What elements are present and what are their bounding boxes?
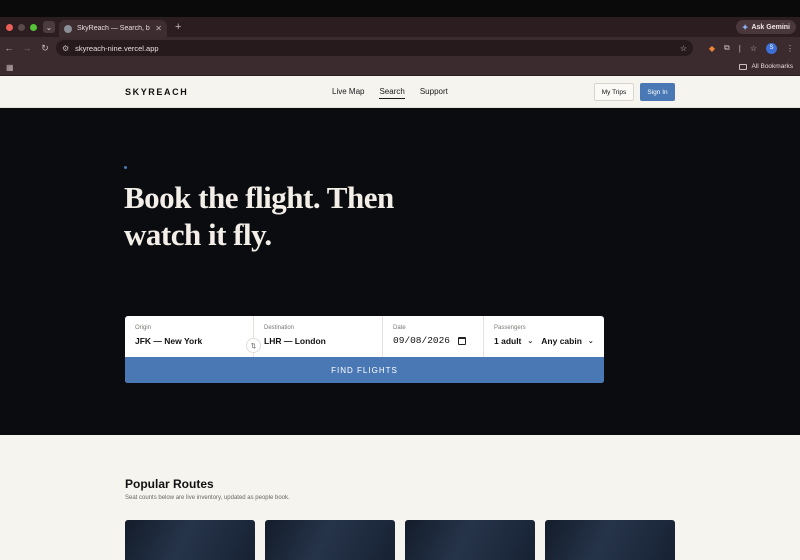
destination-field[interactable]: Destination LHR — London [254, 316, 383, 357]
popular-routes-section: Popular Routes Seat counts below are liv… [0, 435, 800, 560]
close-window-button[interactable] [6, 23, 13, 31]
swap-route-button[interactable]: ⇅ [246, 338, 261, 353]
calendar-icon[interactable] [458, 336, 467, 345]
nav-live-map[interactable]: Live Map [332, 87, 364, 99]
route-card[interactable] [265, 520, 395, 560]
route-card[interactable] [545, 520, 675, 560]
chevron-down-icon: ⌄ [587, 338, 594, 345]
os-top-bar [0, 0, 800, 17]
bookmark-manager-icon[interactable]: ☆ [750, 44, 757, 53]
site-info-icon[interactable]: ⚙ [62, 44, 69, 53]
chevron-down-icon: ⌄ [527, 338, 534, 345]
browser-window: ⌄ SkyReach — Search, book and ✕ + ✦ Ask … [0, 0, 800, 560]
back-icon[interactable]: ← [0, 43, 18, 53]
swap-icon: ⇅ [250, 342, 257, 350]
nav-search[interactable]: Search [379, 87, 405, 99]
site-header: SKYREACH Live Map Search Support My Trip… [0, 76, 800, 108]
sparkle-icon: ✦ [741, 22, 749, 32]
bookmarks-bar: ▦ All Bookmarks [0, 59, 800, 76]
section-title: Popular Routes [125, 477, 214, 491]
origin-field[interactable]: Origin JFK — New York [125, 316, 254, 357]
cabin-value: Any cabin [541, 336, 582, 346]
nav-support[interactable]: Support [420, 87, 448, 99]
ask-gemini-label: Ask Gemini [751, 23, 790, 31]
browser-tab[interactable]: SkyReach — Search, book and ✕ [59, 20, 167, 37]
maximize-window-button[interactable] [30, 23, 37, 31]
flight-search-form: Origin JFK — New York ⇅ Destination LHR … [125, 316, 604, 383]
cabin-select[interactable]: Any cabin ⌄ [541, 336, 594, 346]
extensions-area: ◆ ⧉ | ☆ S ⋮ [709, 40, 800, 56]
route-cards [125, 520, 675, 560]
bookmark-star-icon[interactable]: ☆ [680, 44, 687, 53]
date-input[interactable]: 09/08/2026 [393, 335, 483, 346]
window-controls [6, 23, 37, 31]
site-logo[interactable]: SKYREACH [125, 87, 188, 97]
hero-accent-dot [124, 166, 127, 169]
date-field[interactable]: Date 09/08/2026 [383, 316, 484, 357]
apps-grid-icon[interactable]: ▦ [6, 63, 14, 72]
destination-label: Destination [264, 325, 295, 331]
forward-icon[interactable]: → [18, 43, 36, 53]
profile-avatar[interactable]: S [766, 42, 777, 54]
url-text: skyreach-nine.vercel.app [75, 43, 159, 53]
hero-title: Book the flight. Then watch it fly. [124, 180, 394, 252]
divider: | [738, 43, 741, 53]
passengers-select[interactable]: 1 adult ⌄ [494, 336, 533, 346]
address-bar-row: ← → ↻ ⚙ skyreach-nine.vercel.app ☆ ◆ ⧉ |… [0, 37, 800, 59]
find-flights-button[interactable]: FIND FLIGHTS [125, 357, 604, 383]
folder-icon [739, 63, 748, 70]
origin-label: Origin [135, 325, 152, 331]
extension-icon[interactable]: ◆ [709, 44, 715, 53]
tab-title: SkyReach — Search, book and [77, 25, 150, 32]
tab-search-button[interactable]: ⌄ [43, 21, 55, 33]
route-card[interactable] [125, 520, 255, 560]
chevron-down-icon: ⌄ [45, 22, 53, 32]
my-trips-button[interactable]: My Trips [594, 83, 634, 101]
omnibox[interactable]: ⚙ skyreach-nine.vercel.app ☆ [56, 40, 693, 56]
search-fields: Origin JFK — New York ⇅ Destination LHR … [125, 316, 604, 357]
destination-input[interactable]: LHR — London [264, 336, 382, 346]
ask-gemini-button[interactable]: ✦ Ask Gemini [735, 20, 796, 34]
sign-in-button[interactable]: Sign In [640, 83, 675, 101]
origin-input[interactable]: JFK — New York [135, 336, 253, 346]
close-tab-icon[interactable]: ✕ [155, 24, 162, 33]
new-tab-button[interactable]: + [175, 21, 181, 33]
passenger-selects: 1 adult ⌄ Any cabin ⌄ [494, 336, 604, 346]
hero-section: Book the flight. Then watch it fly. Orig… [0, 111, 800, 435]
route-card[interactable] [405, 520, 535, 560]
date-value: 09/08/2026 [393, 335, 451, 346]
puzzle-icon[interactable]: ⧉ [724, 43, 730, 53]
passengers-label: Passengers [494, 325, 526, 331]
main-nav: Live Map Search Support [332, 87, 448, 99]
passengers-field: Passengers 1 adult ⌄ Any cabin ⌄ [484, 316, 604, 357]
tab-strip: ⌄ SkyReach — Search, book and ✕ + ✦ Ask … [0, 17, 800, 37]
reload-icon[interactable]: ↻ [36, 43, 54, 54]
minimize-window-button[interactable] [18, 23, 25, 31]
passengers-value: 1 adult [494, 336, 522, 346]
all-bookmarks-button[interactable]: All Bookmarks [739, 63, 793, 70]
more-menu-icon[interactable]: ⋮ [786, 44, 794, 53]
date-label: Date [393, 325, 406, 331]
all-bookmarks-label: All Bookmarks [751, 63, 793, 70]
section-subtitle: Seat counts below are live inventory, up… [125, 495, 290, 501]
globe-icon [64, 24, 72, 33]
